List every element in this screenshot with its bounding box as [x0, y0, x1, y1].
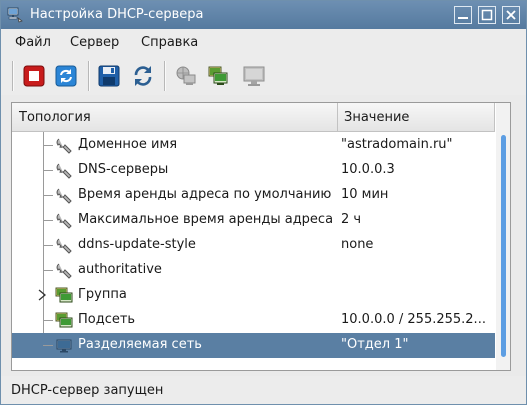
- maximize-button[interactable]: [478, 6, 496, 24]
- status-text: DHCP-сервер запущен: [11, 383, 164, 398]
- minimize-icon: [454, 6, 472, 24]
- add-host-button[interactable]: [239, 61, 269, 91]
- computer-icon: [243, 66, 265, 86]
- tree-row-dns-servers[interactable]: DNS-серверы 10.0.0.3: [12, 158, 495, 183]
- close-icon: [502, 6, 520, 24]
- column-divider[interactable]: [337, 103, 338, 131]
- dhcp-config-window: Настройка DHCP-сервера Файл Сервер Справ…: [0, 0, 527, 405]
- expand-arrow-icon[interactable]: [36, 289, 48, 301]
- tree-guide-line: [43, 345, 53, 346]
- wrench-icon: [55, 162, 73, 180]
- row-name: authoritative: [78, 262, 162, 277]
- tree-row-ddns-update-style[interactable]: ddns-update-style none: [12, 233, 495, 258]
- wrench-icon: [55, 212, 73, 230]
- close-window-button[interactable]: [502, 6, 520, 24]
- network-globe-icon: [176, 66, 196, 85]
- tree-row-subnet[interactable]: Подсеть 10.0.0.0 / 255.255.2...: [12, 308, 495, 333]
- row-name: Максимальное время аренды адреса: [78, 212, 334, 227]
- row-value: 10 мин: [341, 187, 389, 202]
- toolbar-separator: [164, 61, 166, 91]
- network-app-icon: [6, 6, 24, 24]
- row-value: 10.0.0.0 / 255.255.2...: [341, 312, 486, 327]
- tree-guide-line: [43, 145, 53, 146]
- subnet-icon: [55, 312, 73, 330]
- tree-row-authoritative[interactable]: authoritative: [12, 258, 495, 283]
- row-value: "Отдел 1": [341, 337, 409, 352]
- tree-guide-line: [43, 195, 53, 196]
- vertical-scrollbar[interactable]: [496, 103, 510, 370]
- toolbar-separator: [88, 61, 90, 91]
- tree-guide-line: [43, 320, 53, 321]
- tree-guide-line: [43, 220, 53, 221]
- tree-row-default-lease-time[interactable]: Время аренды адреса по умолчанию 10 мин: [12, 183, 495, 208]
- wrench-icon: [55, 262, 73, 280]
- window-title: Настройка DHCP-сервера: [30, 7, 204, 22]
- menu-help[interactable]: Справка: [141, 35, 198, 50]
- scrollbar-thumb[interactable]: [501, 135, 506, 357]
- stop-icon: [23, 65, 45, 87]
- status-bar: DHCP-сервер запущен: [1, 376, 526, 404]
- menu-server[interactable]: Сервер: [70, 35, 119, 50]
- add-global-button[interactable]: [171, 61, 201, 91]
- row-value: "astradomain.ru": [341, 137, 453, 152]
- topology-tree[interactable]: Топология Значение Доменное имя "astrado…: [11, 102, 511, 371]
- tree-guide-line: [43, 245, 53, 246]
- row-name: Время аренды адреса по умолчанию: [78, 187, 332, 202]
- toolbar: [1, 57, 526, 95]
- column-topology[interactable]: Топология: [19, 110, 91, 125]
- row-value: none: [341, 237, 374, 252]
- shared-network-icon: [55, 337, 73, 355]
- menu-bar: Файл Сервер Справка: [1, 29, 526, 57]
- minimize-button[interactable]: [454, 6, 472, 24]
- restart-icon: [55, 65, 77, 87]
- tree-row-max-lease-time[interactable]: Максимальное время аренды адреса 2 ч: [12, 208, 495, 233]
- tree-guide-line: [43, 270, 53, 271]
- tree-row-domain-name[interactable]: Доменное имя "astradomain.ru": [12, 133, 495, 158]
- refresh-icon: [134, 66, 152, 86]
- tree-guide-line: [43, 170, 53, 171]
- wrench-icon: [55, 137, 73, 155]
- group-icon: [55, 287, 73, 305]
- column-value[interactable]: Значение: [344, 110, 409, 125]
- stop-server-button[interactable]: [19, 61, 49, 91]
- row-name: Доменное имя: [78, 137, 178, 152]
- row-value: 2 ч: [341, 212, 362, 227]
- add-group-button[interactable]: [203, 61, 233, 91]
- toolbar-separator: [12, 61, 14, 91]
- row-name: Разделяемая сеть: [78, 337, 202, 352]
- menu-file[interactable]: Файл: [15, 35, 51, 50]
- title-bar[interactable]: Настройка DHCP-сервера: [1, 1, 526, 29]
- restart-server-button[interactable]: [51, 61, 81, 91]
- row-name: DNS-серверы: [78, 162, 169, 177]
- row-name: Группа: [78, 287, 127, 302]
- tree-header: Топология Значение: [12, 103, 495, 132]
- row-name: Подсеть: [78, 312, 136, 327]
- row-value: 10.0.0.3: [341, 162, 395, 177]
- tree-row-shared-network[interactable]: Разделяемая сеть "Отдел 1": [12, 333, 495, 358]
- row-name: ddns-update-style: [78, 237, 196, 252]
- wrench-icon: [55, 187, 73, 205]
- maximize-icon: [478, 6, 496, 24]
- column-divider: [494, 103, 495, 131]
- tree-row-group[interactable]: Группа: [12, 283, 495, 308]
- refresh-button[interactable]: [128, 61, 158, 91]
- save-button[interactable]: [94, 61, 124, 91]
- wrench-icon: [55, 237, 73, 255]
- group-computers-icon: [208, 66, 228, 85]
- save-icon: [98, 65, 120, 87]
